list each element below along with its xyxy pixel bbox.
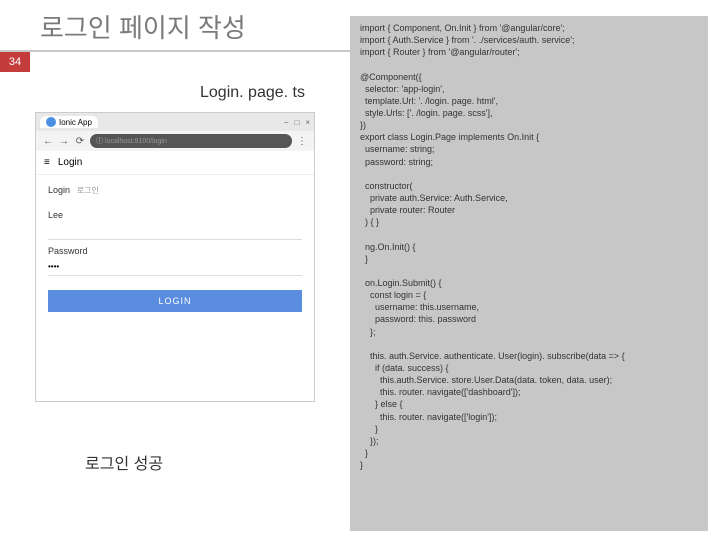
back-icon[interactable]: ← [42, 135, 54, 147]
app-header: ≡ Login [36, 151, 314, 175]
forward-icon[interactable]: → [58, 135, 70, 147]
password-input[interactable] [48, 258, 302, 276]
tab-label: Ionic App [59, 118, 92, 127]
url-text: localhost:8100/login [105, 138, 167, 145]
browser-tab-bar: Ionic App − □ × [36, 113, 314, 131]
login-heading: Login 로그인 [48, 185, 302, 196]
reload-icon[interactable]: ⟳ [74, 135, 86, 147]
minimize-icon[interactable]: − [284, 118, 289, 127]
tab-icon [46, 117, 56, 127]
title-underline [0, 50, 360, 52]
address-bar: ← → ⟳ ⓘ localhost:8100/login ⋮ [36, 131, 314, 151]
hamburger-icon[interactable]: ≡ [44, 157, 50, 168]
login-button[interactable]: LOGIN [48, 290, 302, 312]
login-label: Login [48, 185, 70, 195]
window-controls: − □ × [284, 118, 310, 127]
slide-title: 로그인 페이지 작성 [40, 8, 246, 45]
success-text: 로그인 성공 [85, 450, 163, 474]
maximize-icon[interactable]: □ [294, 118, 299, 127]
menu-icon[interactable]: ⋮ [296, 135, 308, 147]
close-icon[interactable]: × [305, 118, 310, 127]
username-input[interactable] [48, 222, 302, 240]
username-label: Lee [48, 210, 302, 220]
code-block: import { Component, On.Init } from '@ang… [350, 16, 708, 531]
info-icon: ⓘ [96, 136, 103, 146]
file-label: Login. page. ts [200, 84, 305, 102]
browser-tab[interactable]: Ionic App [40, 116, 98, 128]
slide: 로그인 페이지 작성 34 Login. page. ts import { C… [0, 0, 720, 540]
app-title: Login [58, 157, 82, 168]
url-field[interactable]: ⓘ localhost:8100/login [90, 134, 292, 148]
browser-window: Ionic App − □ × ← → ⟳ ⓘ localhost:8100/l… [35, 112, 315, 402]
password-label: Password [48, 246, 302, 256]
login-form: Login 로그인 Lee Password LOGIN [36, 175, 314, 322]
slide-number-badge: 34 [0, 52, 30, 72]
login-sublabel: 로그인 [77, 186, 99, 195]
